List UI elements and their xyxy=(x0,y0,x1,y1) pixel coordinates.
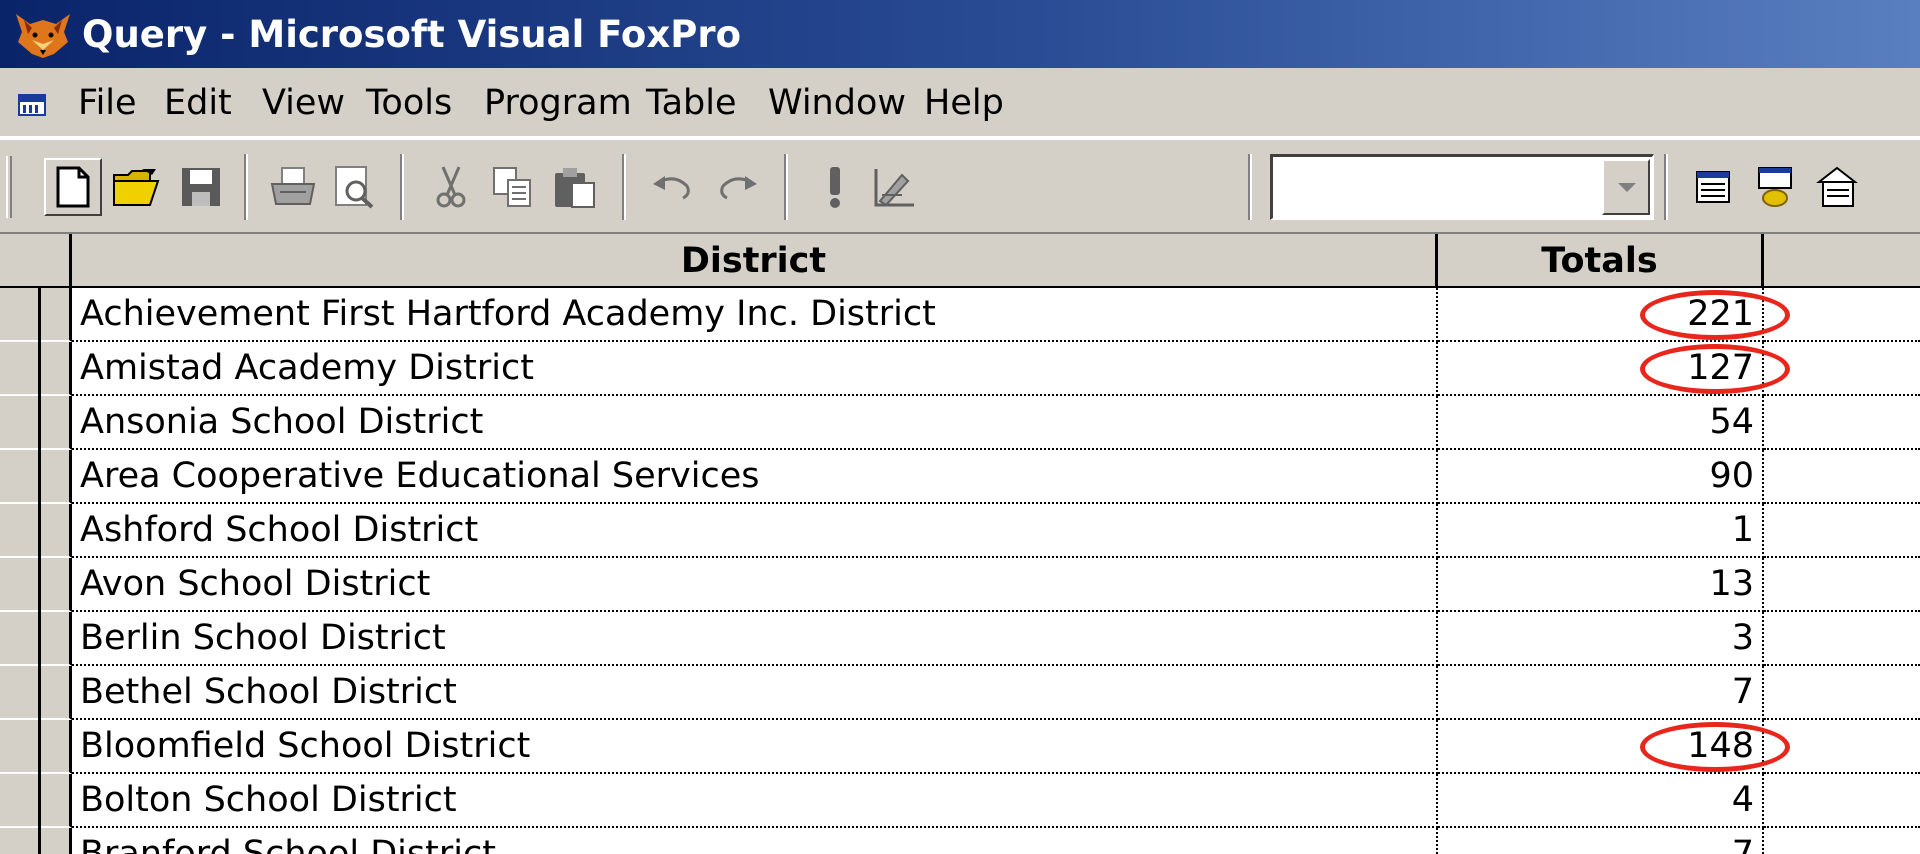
district-cell[interactable]: Bolton School District xyxy=(72,774,1438,828)
table-row[interactable]: Bethel School District 7 xyxy=(0,666,1920,720)
district-cell[interactable]: Ansonia School District xyxy=(72,396,1438,450)
table-row[interactable]: Ansonia School District 54 xyxy=(0,396,1920,450)
district-cell[interactable]: Berlin School District xyxy=(72,612,1438,666)
menu-view[interactable]: View xyxy=(262,68,345,136)
print-icon[interactable] xyxy=(264,158,322,216)
totals-cell[interactable]: 54 xyxy=(1438,396,1764,450)
database-icon[interactable] xyxy=(1746,158,1804,216)
record-selector[interactable] xyxy=(0,828,72,854)
column-header-district[interactable]: District xyxy=(72,234,1438,288)
empty-cell xyxy=(1764,774,1920,828)
table-row[interactable]: Avon School District 13 xyxy=(0,558,1920,612)
highlight-ring-annotation xyxy=(1640,722,1790,772)
totals-cell[interactable]: 7 xyxy=(1438,666,1764,720)
table-row[interactable]: Amistad Academy District 127 xyxy=(0,342,1920,396)
toolbar-grip[interactable] xyxy=(6,156,12,218)
district-cell[interactable]: Avon School District xyxy=(72,558,1438,612)
table-row[interactable]: Area Cooperative Educational Services 90 xyxy=(0,450,1920,504)
save-disk-icon[interactable] xyxy=(172,158,230,216)
toolbar-separator xyxy=(1664,154,1668,220)
data-session-icon[interactable] xyxy=(1684,158,1742,216)
toolbar-separator xyxy=(622,154,626,220)
table-row[interactable]: Berlin School District 3 xyxy=(0,612,1920,666)
record-selector[interactable] xyxy=(0,558,72,612)
new-file-icon[interactable] xyxy=(44,158,102,216)
empty-cell xyxy=(1764,504,1920,558)
window-title: Query - Microsoft Visual FoxPro xyxy=(82,13,741,56)
toolbar-separator xyxy=(1248,154,1252,220)
table-row[interactable]: Bloomfield School District 148 xyxy=(0,720,1920,774)
grid-header-empty xyxy=(1764,234,1920,288)
menu-help[interactable]: Help xyxy=(924,68,1004,136)
properties-icon[interactable] xyxy=(1808,158,1866,216)
menu-program[interactable]: Program xyxy=(484,68,632,136)
totals-cell[interactable]: 1 xyxy=(1438,504,1764,558)
app-control-menu-icon[interactable] xyxy=(18,94,46,116)
paste-icon[interactable] xyxy=(546,158,604,216)
empty-cell xyxy=(1764,450,1920,504)
totals-cell[interactable]: 90 xyxy=(1438,450,1764,504)
district-cell[interactable]: Amistad Academy District xyxy=(72,342,1438,396)
totals-cell[interactable]: 4 xyxy=(1438,774,1764,828)
record-selector[interactable] xyxy=(0,666,72,720)
toolbar-combo-box[interactable] xyxy=(1270,154,1654,220)
cut-icon[interactable] xyxy=(422,158,480,216)
district-cell[interactable]: Area Cooperative Educational Services xyxy=(72,450,1438,504)
redo-icon[interactable] xyxy=(708,158,766,216)
menu-bar: File Edit View Tools Program Table Windo… xyxy=(0,68,1920,138)
copy-icon[interactable] xyxy=(484,158,542,216)
table-row[interactable]: Bolton School District 4 xyxy=(0,774,1920,828)
record-selector[interactable] xyxy=(0,450,72,504)
empty-cell xyxy=(1764,666,1920,720)
query-results-grid: District Totals Achievement First Hartfo… xyxy=(0,234,1920,854)
print-preview-icon[interactable] xyxy=(326,158,384,216)
highlight-ring-annotation xyxy=(1640,344,1790,394)
table-row[interactable]: Ashford School District 1 xyxy=(0,504,1920,558)
chevron-down-icon[interactable] xyxy=(1602,159,1650,215)
empty-cell xyxy=(1764,396,1920,450)
table-row[interactable]: Branford School District 7 xyxy=(0,828,1920,854)
open-folder-icon[interactable] xyxy=(108,158,166,216)
district-cell[interactable]: Branford School District xyxy=(72,828,1438,854)
record-selector[interactable] xyxy=(0,288,72,342)
toolbar-separator xyxy=(400,154,404,220)
record-selector[interactable] xyxy=(0,396,72,450)
toolbar-separator xyxy=(784,154,788,220)
foxpro-fox-icon xyxy=(16,14,70,58)
record-selector[interactable] xyxy=(0,774,72,828)
standard-toolbar xyxy=(0,138,1920,234)
menu-file[interactable]: File xyxy=(78,68,137,136)
empty-cell xyxy=(1764,558,1920,612)
highlight-ring-annotation xyxy=(1640,290,1790,340)
record-selector[interactable] xyxy=(0,342,72,396)
undo-icon[interactable] xyxy=(644,158,702,216)
record-selector[interactable] xyxy=(0,720,72,774)
district-cell[interactable]: Achievement First Hartford Academy Inc. … xyxy=(72,288,1438,342)
empty-cell xyxy=(1764,828,1920,854)
title-bar[interactable]: Query - Microsoft Visual FoxPro xyxy=(0,0,1920,68)
district-cell[interactable]: Bloomfield School District xyxy=(72,720,1438,774)
column-header-totals[interactable]: Totals xyxy=(1438,234,1764,288)
district-cell[interactable]: Ashford School District xyxy=(72,504,1438,558)
totals-cell[interactable]: 3 xyxy=(1438,612,1764,666)
toolbar-separator xyxy=(244,154,248,220)
modify-form-icon[interactable] xyxy=(866,158,924,216)
grid-header-corner xyxy=(0,234,72,288)
menu-tools[interactable]: Tools xyxy=(366,68,452,136)
record-selector[interactable] xyxy=(0,612,72,666)
menu-edit[interactable]: Edit xyxy=(164,68,232,136)
menu-table[interactable]: Table xyxy=(646,68,737,136)
empty-cell xyxy=(1764,612,1920,666)
run-exclamation-icon[interactable] xyxy=(806,158,864,216)
record-selector[interactable] xyxy=(0,504,72,558)
menu-window[interactable]: Window xyxy=(768,68,906,136)
totals-cell[interactable]: 13 xyxy=(1438,558,1764,612)
district-cell[interactable]: Bethel School District xyxy=(72,666,1438,720)
table-row[interactable]: Achievement First Hartford Academy Inc. … xyxy=(0,288,1920,342)
totals-cell[interactable]: 7 xyxy=(1438,828,1764,854)
